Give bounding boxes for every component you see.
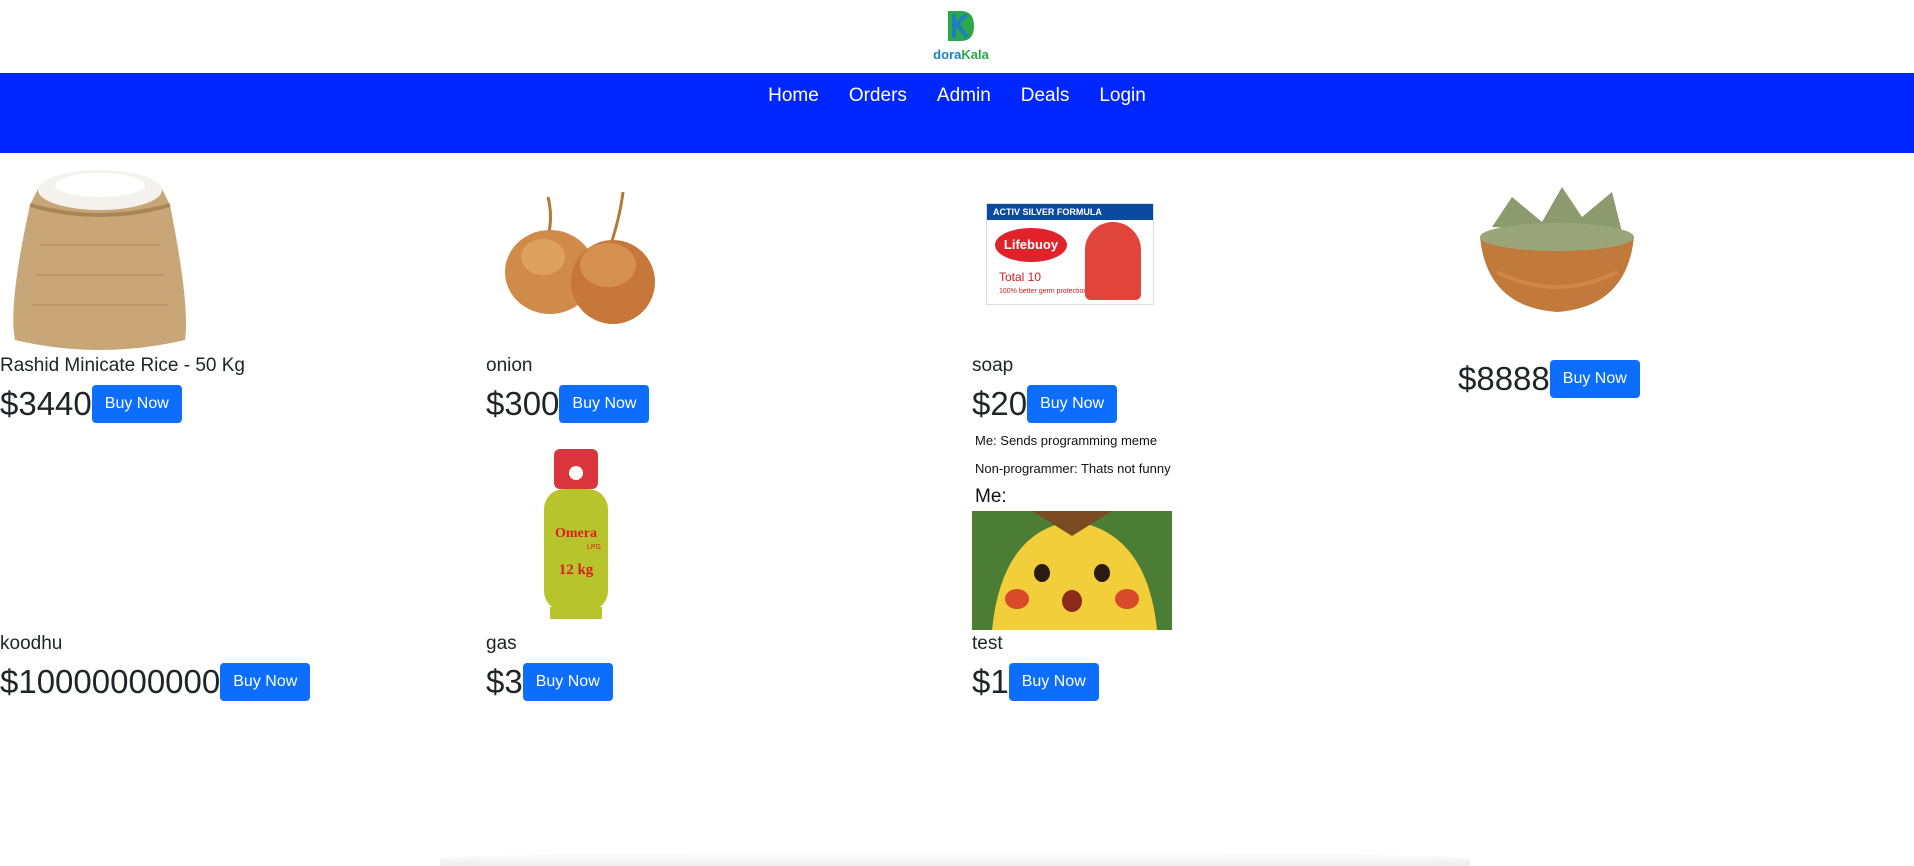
gas-weight-text: 12 kg <box>559 562 594 578</box>
navbar: Home Orders Admin Deals Login <box>0 73 1914 153</box>
header: doraKala <box>0 0 1914 73</box>
nav-home-link[interactable]: Home <box>768 82 819 110</box>
buy-now-button[interactable]: Buy Now <box>220 663 311 701</box>
soap-tagline: 100% better germ protection <box>999 288 1088 295</box>
soap-image: ACTIV SILVER FORMULA Lifebuoy Total 10 1… <box>986 203 1154 305</box>
product-card: koodhu $10000000000 Buy Now <box>0 443 480 703</box>
soap-sub-label: Total 10 <box>999 270 1042 284</box>
product-name: soap <box>972 355 1014 376</box>
product-card: Rashid Minicate Rice - 50 Kg $3440 Buy N… <box>0 165 480 425</box>
logo-text-dora: dora <box>933 47 962 62</box>
product-card: Me: Sends programming meme Non-programme… <box>972 430 1452 703</box>
meme-line-1: Me: Sends programming meme <box>975 433 1158 448</box>
product-price: $3 <box>486 663 523 700</box>
product-card: $8888 Buy Now <box>1458 165 1914 405</box>
product-name: koodhu <box>0 633 63 654</box>
soap-box-top-label: ACTIV SILVER FORMULA <box>987 204 1153 220</box>
lifebuoy-logo: Lifebuoy <box>995 228 1067 262</box>
gas-lpg-text: LPG <box>587 544 601 551</box>
product-price-row: $20 Buy Now <box>972 385 1118 423</box>
dk-logo-icon <box>948 11 974 41</box>
buy-now-button[interactable]: Buy Now <box>91 385 182 423</box>
nav-deals-link[interactable]: Deals <box>1021 82 1070 110</box>
product-price: $10000000000 <box>0 663 221 700</box>
nav-links: Home Orders Admin Deals Login <box>0 82 1914 110</box>
product-price: $3440 <box>0 385 92 422</box>
product-price: $1 <box>972 663 1009 700</box>
buy-now-button[interactable]: Buy Now <box>1008 663 1099 701</box>
bay-leaf-bowl-image <box>1472 177 1642 327</box>
nav-admin-link[interactable]: Admin <box>937 82 991 110</box>
gas-cylinder-image: Omera LPG 12 kg <box>536 447 616 622</box>
nav-login-link[interactable]: Login <box>1099 82 1146 110</box>
logo-wordmark: doraKala <box>926 47 996 62</box>
nav-orders-link[interactable]: Orders <box>849 82 907 110</box>
product-price-row: $8888 Buy Now <box>1458 360 1640 398</box>
meme-image: Me: Sends programming meme Non-programme… <box>972 430 1172 630</box>
meme-line-2: Non-programmer: Thats not funny <box>975 461 1171 476</box>
buy-now-button[interactable]: Buy Now <box>522 663 613 701</box>
product-card: ACTIV SILVER FORMULA Lifebuoy Total 10 1… <box>972 165 1452 425</box>
product-price-row: $3440 Buy Now <box>0 385 182 423</box>
product-card: onion $300 Buy Now <box>486 165 966 425</box>
rice-sack-image <box>0 165 200 352</box>
pikachu-picture <box>972 511 1172 630</box>
buy-now-button[interactable]: Buy Now <box>1549 360 1640 398</box>
logo-text-kala: Kala <box>961 47 989 62</box>
dorakala-logo[interactable]: doraKala <box>926 8 996 62</box>
product-price-row: $10000000000 Buy Now <box>0 663 311 701</box>
product-name: test <box>972 633 1003 654</box>
buy-now-button[interactable]: Buy Now <box>559 385 650 423</box>
product-name: onion <box>486 355 533 376</box>
footer-shadow <box>440 852 1470 866</box>
product-price: $300 <box>486 385 560 422</box>
product-price: $8888 <box>1458 360 1550 397</box>
meme-line-3: Me: <box>975 486 1007 507</box>
product-name: Rashid Minicate Rice - 50 Kg <box>0 355 245 376</box>
product-price-row: $3 Buy Now <box>486 663 613 701</box>
gas-brand-text: Omera <box>555 526 597 541</box>
child-figure-graphic <box>1085 222 1141 300</box>
product-price: $20 <box>972 385 1028 422</box>
product-card: Omera LPG 12 kg gas $3 Buy Now <box>486 443 966 703</box>
buy-now-button[interactable]: Buy Now <box>1027 385 1118 423</box>
product-price-row: $300 Buy Now <box>486 385 650 423</box>
onion-image <box>498 177 668 337</box>
product-name: gas <box>486 633 517 654</box>
product-price-row: $1 Buy Now <box>972 663 1099 701</box>
